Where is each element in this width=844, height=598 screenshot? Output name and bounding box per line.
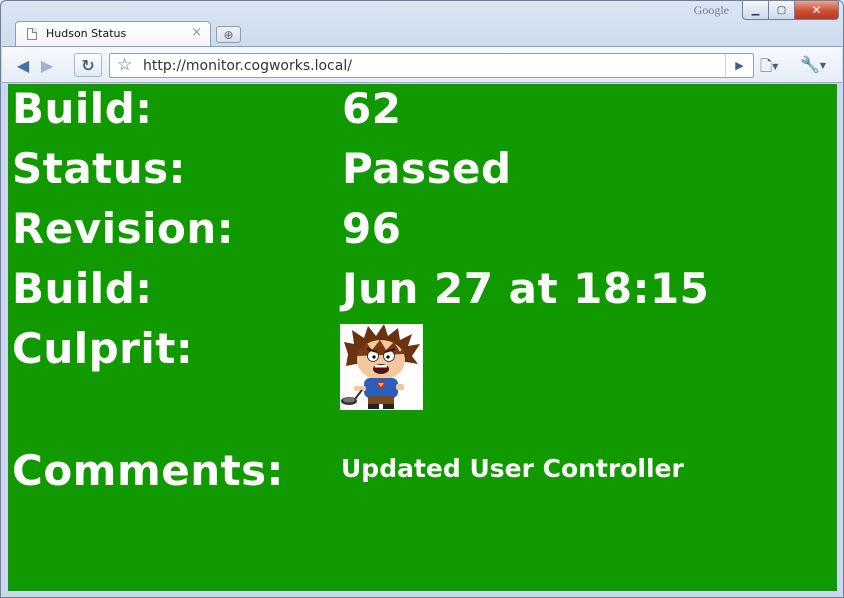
browser-window: Google ▁ ▢ ✕ Hudson Status × ⊕ ◀ ▶ ↻ ☆ h… [0,0,844,598]
go-icon[interactable]: ▶ [725,54,753,77]
comments-label: Comments: [12,446,284,495]
star-icon[interactable]: ☆ [117,55,132,75]
back-button[interactable]: ◀ [12,53,34,77]
page-content: Build: 62 Status: Passed Revision: 96 Bu… [8,84,837,591]
status-label: Status: [12,144,186,193]
page-menu-icon: 🗋 [760,57,773,75]
build-date-value: Jun 27 at 18:15 [342,264,710,313]
wrench-icon: 🔧 [800,55,820,74]
avatar-icon [340,324,423,410]
new-tab-icon: ⊕ [223,27,234,42]
build-label: Build: [12,84,153,133]
forward-icon: ▶ [40,55,54,75]
build-date-label: Build: [12,264,153,313]
tools-menu-button[interactable]: 🔧▼ [800,55,826,74]
revision-label: Revision: [12,204,235,253]
window-controls: ▁ ▢ ✕ [742,1,839,20]
build-value: 62 [342,84,402,133]
new-tab-button[interactable]: ⊕ [216,26,241,43]
revision-value: 96 [342,204,402,253]
close-icon[interactable]: × [191,25,202,40]
title-bar: Google ▁ ▢ ✕ [1,1,843,23]
culprit-avatar [340,324,423,410]
address-bar[interactable]: ☆ http://monitor.cogworks.local/ ▶ [109,53,754,78]
tab-hudson-status[interactable]: Hudson Status × [15,21,211,46]
comments-value: Updated User Controller [341,454,684,483]
page-menu-button[interactable]: 🗋▼ [760,56,778,81]
status-value: Passed [342,144,512,193]
tab-title: Hudson Status [46,27,127,40]
forward-button[interactable]: ▶ [36,53,58,77]
culprit-label: Culprit: [12,324,194,373]
reload-icon: ↻ [81,55,95,75]
minimize-button[interactable]: ▁ [742,1,769,20]
chevron-down-icon: ▼ [772,62,779,71]
url-text[interactable]: http://monitor.cogworks.local/ [143,58,352,74]
page-icon [27,28,37,40]
maximize-button[interactable]: ▢ [769,1,795,20]
close-window-button[interactable]: ✕ [795,1,839,20]
chevron-down-icon: ▼ [819,61,827,70]
reload-button[interactable]: ↻ [74,53,102,77]
google-brand-mark: Google [693,3,729,17]
back-icon: ◀ [16,55,30,75]
toolbar: ◀ ▶ ↻ ☆ http://monitor.cogworks.local/ ▶… [2,46,842,83]
